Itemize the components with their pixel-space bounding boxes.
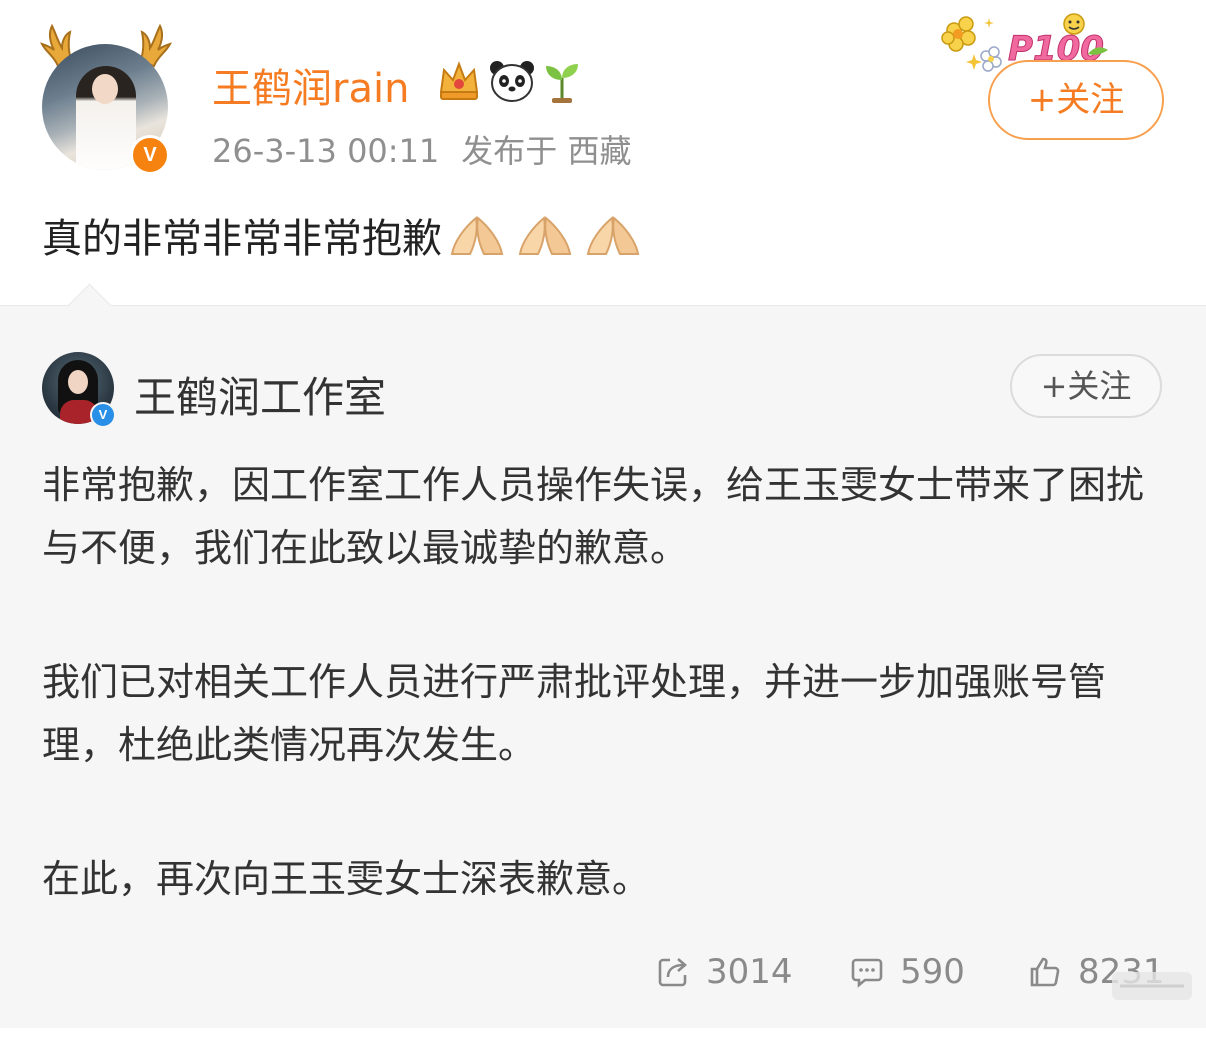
follow-button[interactable]: +关注 bbox=[988, 60, 1164, 140]
verified-badge-icon: V bbox=[130, 135, 170, 175]
watermark-icon bbox=[1112, 972, 1192, 1000]
comment-icon bbox=[851, 958, 883, 988]
retweet-paragraph: 在此，再次向王玉雯女士深表歉意。 bbox=[42, 857, 651, 901]
repost-button[interactable]: 3014 bbox=[656, 952, 793, 992]
share-icon bbox=[658, 958, 687, 987]
panda-icon bbox=[490, 61, 534, 102]
repost-count: 3014 bbox=[706, 952, 793, 992]
user-badges bbox=[436, 56, 582, 106]
post-text: 真的非常非常非常抱歉 bbox=[42, 216, 442, 262]
post-meta: 26-3-13 00:11 发布于 西藏 bbox=[212, 126, 631, 172]
post-content: 真的非常非常非常抱歉 bbox=[42, 206, 642, 264]
verified-badge-icon: V bbox=[90, 402, 116, 428]
retweet-paragraph: 非常抱歉，因工作室工作人员操作失误，给王玉雯女士带来了困扰与不便，我们在此致以最… bbox=[42, 463, 1145, 570]
retweet-content: 非常抱歉，因工作室工作人员操作失误，给王玉雯女士带来了困扰与不便，我们在此致以最… bbox=[42, 454, 1172, 911]
location: 发布于 西藏 bbox=[461, 132, 632, 170]
retweeted-post[interactable]: V 王鹤润工作室 +关注 非常抱歉，因工作室工作人员操作失误，给王玉雯女士带来了… bbox=[0, 283, 1206, 1028]
retweet-follow-button[interactable]: +关注 bbox=[1010, 354, 1162, 418]
comment-button[interactable]: 590 bbox=[850, 952, 965, 992]
username[interactable]: 王鹤润rain bbox=[212, 56, 409, 114]
folded-hands-icon bbox=[450, 216, 504, 255]
weibo-post: V 王鹤润rain 26-3-13 00:11 发布于 西藏 P100 +关注 … bbox=[0, 0, 1206, 305]
sprout-icon bbox=[546, 64, 578, 103]
retweet-paragraph: 我们已对相关工作人员进行严肃批评处理，并进一步加强账号管理，杜绝此类情况再次发生… bbox=[42, 660, 1107, 767]
folded-hands-icon bbox=[518, 216, 572, 255]
thumbs-up-icon bbox=[1030, 957, 1060, 987]
comment-count: 590 bbox=[900, 952, 965, 992]
retweet-username[interactable]: 王鹤润工作室 bbox=[134, 364, 386, 425]
crown-icon bbox=[439, 61, 479, 100]
folded-hands-icon bbox=[586, 216, 640, 255]
timestamp: 26-3-13 00:11 bbox=[212, 132, 440, 170]
